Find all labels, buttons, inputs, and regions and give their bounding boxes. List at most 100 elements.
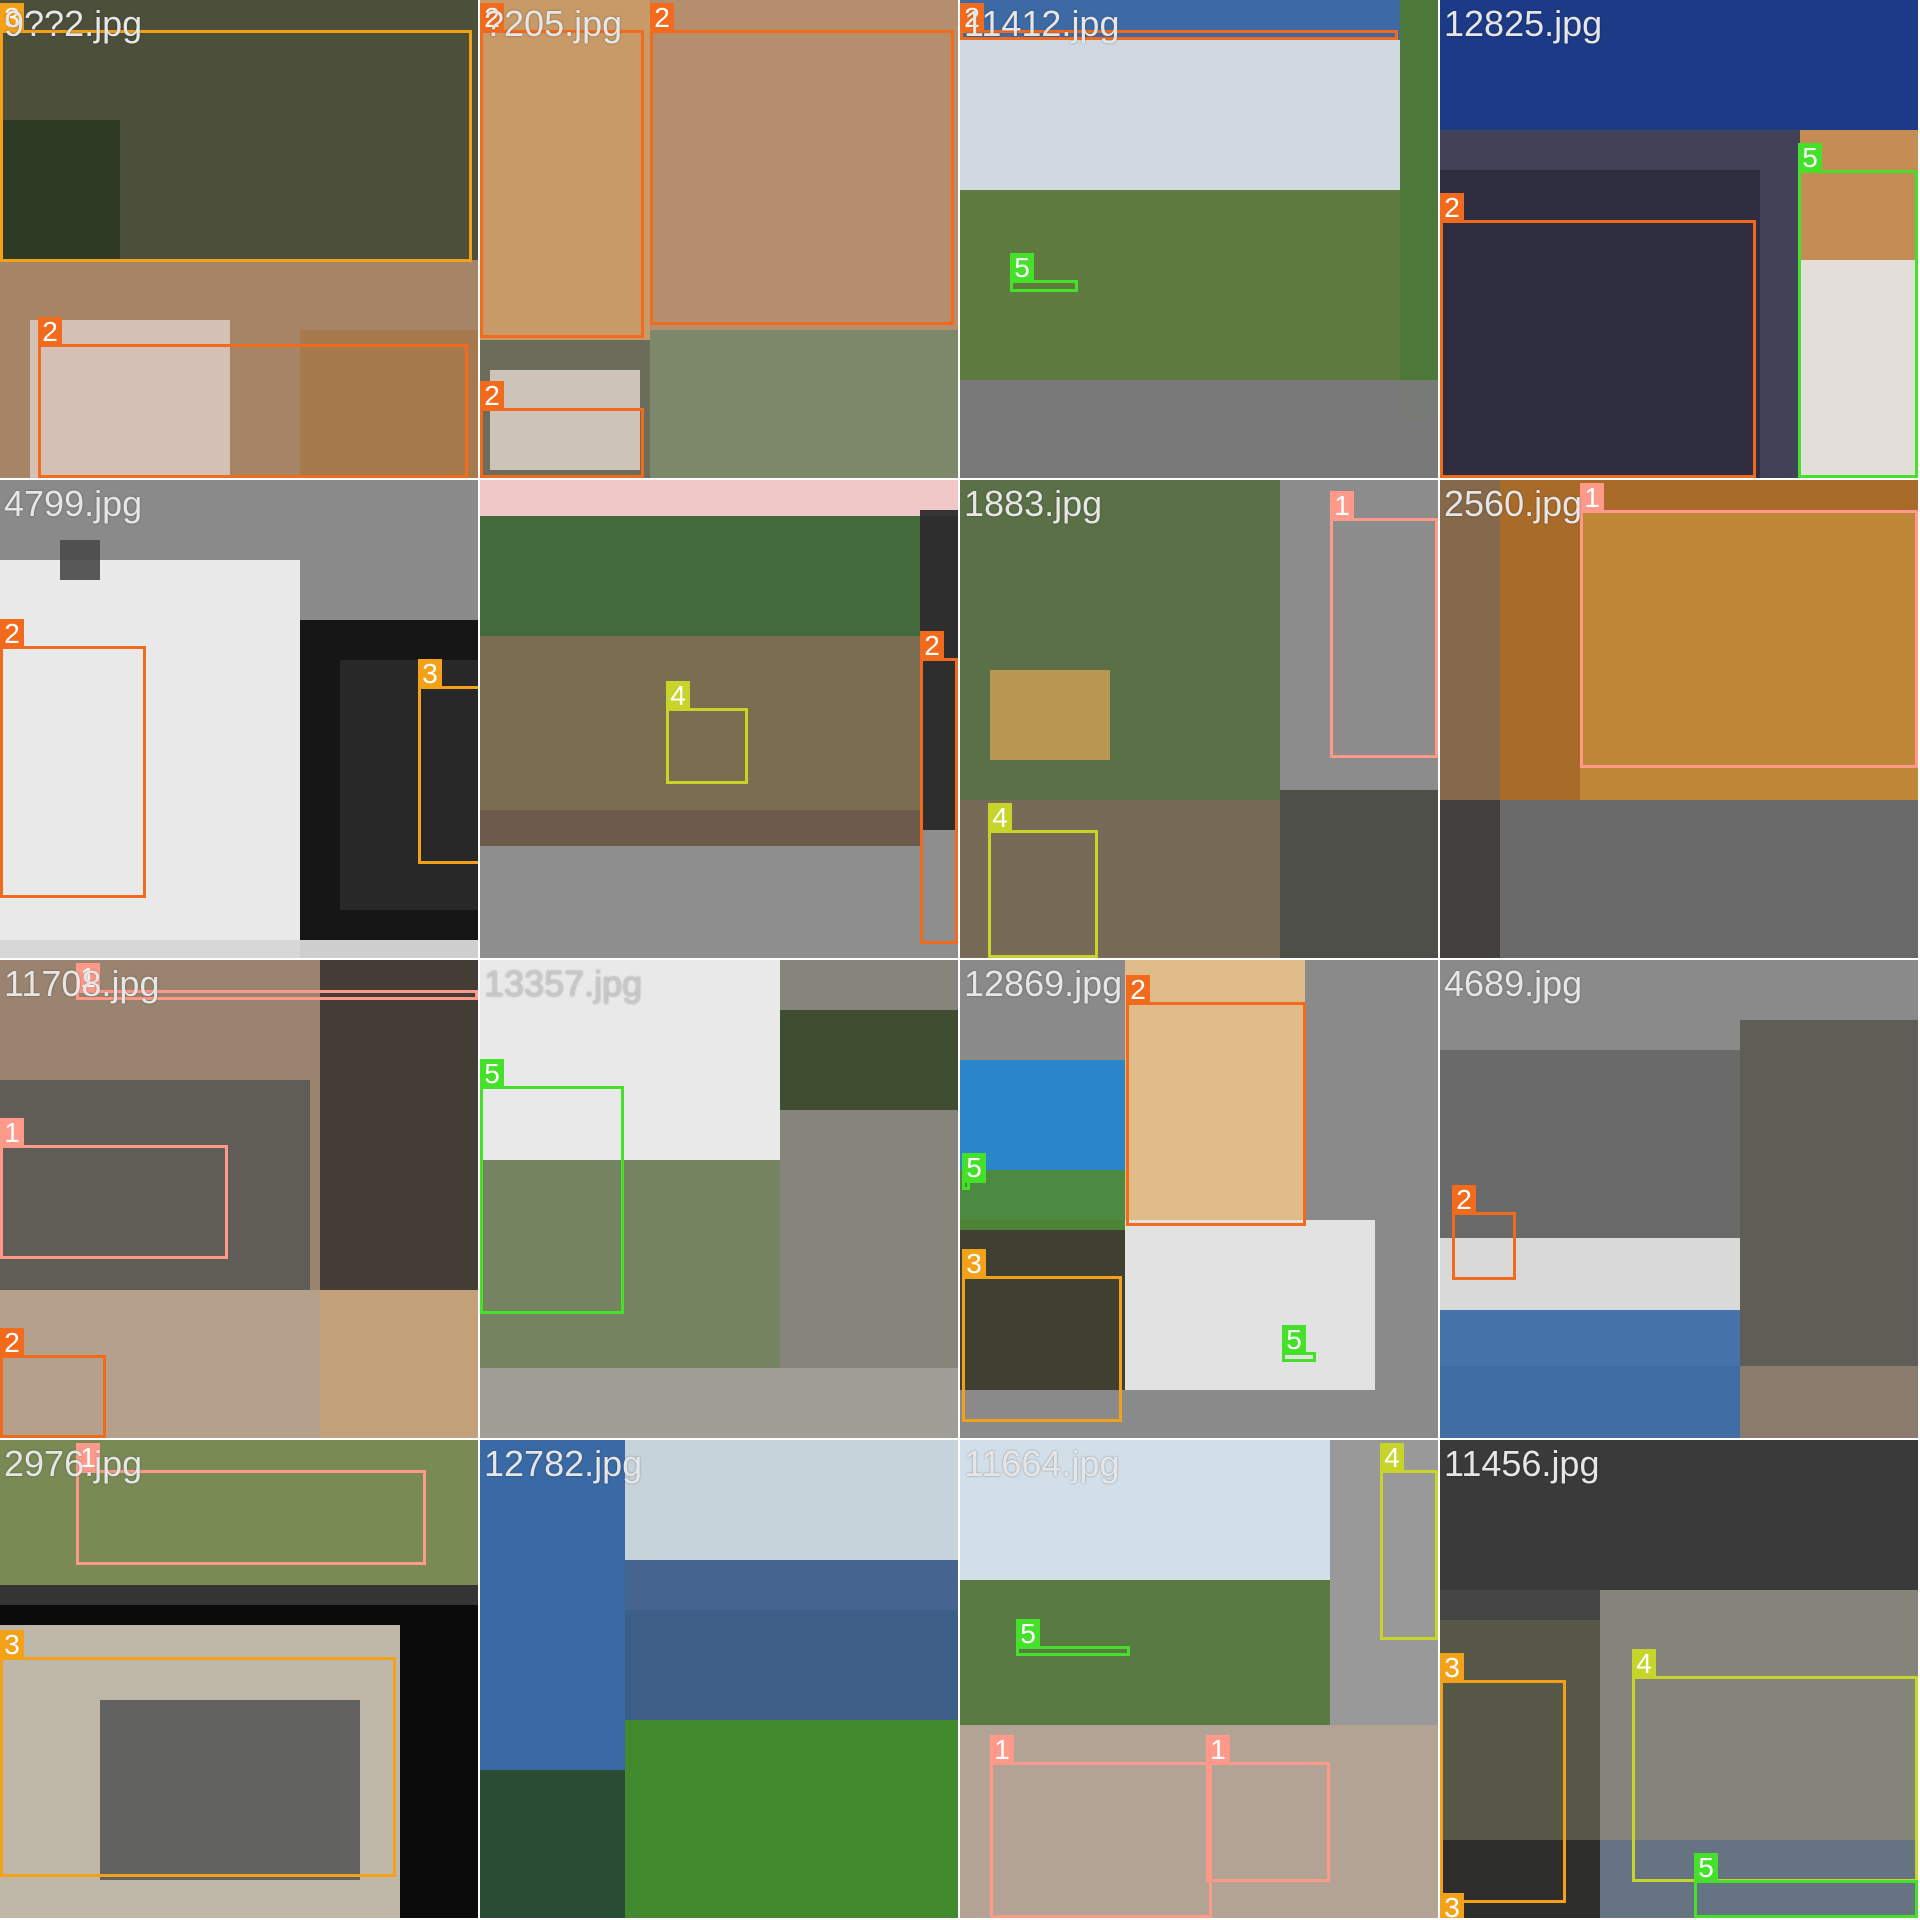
class-label-tag: 5 [962, 1153, 986, 1183]
image-filename-label: 12869.jpg [964, 963, 1123, 1004]
class-label-tag: 5 [1016, 1619, 1040, 1649]
photo-region [480, 810, 920, 846]
photo-region [990, 670, 1110, 760]
image-filename-label: 11664.jpg [964, 1443, 1120, 1484]
bounding-box: 4 [1380, 1443, 1438, 1640]
bounding-box: 3 [1440, 1653, 1566, 1903]
class-label-tag: 2 [0, 1328, 24, 1358]
image-tile: 2 5 12825.jpg [1440, 0, 1918, 478]
bounding-box: 2 [480, 381, 644, 478]
photo-region [480, 1368, 958, 1438]
class-label-tag: 5 [1694, 1853, 1718, 1883]
bounding-box: 1 [1206, 1735, 1330, 1882]
bounding-box: 1 [76, 1443, 426, 1565]
bounding-box: 3 [418, 659, 478, 864]
bounding-box: 5 [1016, 1619, 1130, 1656]
class-label-tag: 4 [988, 803, 1012, 833]
bounding-box: 1 [1330, 491, 1438, 758]
class-label-tag: 2 [0, 619, 24, 649]
image-tile: 2 3 4799.jpg [0, 480, 478, 958]
bounding-box: 2 [650, 3, 954, 325]
bounding-box: 2 [1126, 975, 1306, 1226]
bounding-box: 1 [1580, 483, 1918, 768]
image-filename-label: 13357.jpg [484, 963, 643, 1004]
photo-region [480, 1770, 625, 1918]
bounding-box: 5 [1694, 1853, 1918, 1918]
mosaic-grid: 3 2 9??2.jpg 2 2 2 ?205.jpg 2 5 11412.jpg 2 5 12825.… [0, 0, 1920, 1920]
image-filename-label: 2560.jpg [1444, 483, 1583, 524]
bounding-box: 2 [1452, 1185, 1516, 1280]
photo-region [1280, 790, 1438, 958]
class-label-tag: 1 [1206, 1735, 1230, 1765]
class-label-tag: 2 [1452, 1185, 1476, 1215]
class-label-tag: 5 [480, 1059, 504, 1089]
image-filename-label: 11456.jpg [1444, 1443, 1600, 1484]
bounding-box: 3 [0, 3, 472, 262]
photo-region [1500, 800, 1918, 958]
class-label-tag: 4 [1380, 1443, 1404, 1473]
image-filename-label: 9??2.jpg [4, 3, 143, 44]
photo-region [1440, 800, 1500, 958]
bounding-box: 2 [0, 619, 146, 898]
image-filename-label: 1883.jpg [964, 483, 1103, 524]
photo-region [960, 380, 1438, 478]
bounding-box: 1 [0, 1118, 228, 1259]
class-label-tag: 2 [480, 381, 504, 411]
image-tile: 2 2 2 ?205.jpg [480, 0, 958, 478]
class-label-tag: 2 [38, 317, 62, 347]
photo-region [1400, 0, 1438, 420]
class-label-tag: 1 [1330, 491, 1354, 521]
bounding-box: 2 [1440, 193, 1756, 478]
bounding-box: 5 [962, 1153, 986, 1190]
photo-region [1125, 1220, 1375, 1390]
photo-region [625, 1720, 958, 1918]
photo-region [1740, 1020, 1918, 1366]
photo-region [780, 1010, 958, 1110]
photo-region [1440, 1310, 1740, 1438]
class-label-tag: 5 [1798, 143, 1822, 173]
image-tile: 1 3 2976.jpg [0, 1440, 478, 1918]
bounding-box: 2 [38, 317, 468, 478]
class-label-tag: 3 [418, 659, 442, 689]
photo-region [650, 330, 958, 478]
image-tile: 3 4 5 3 11456.jpg [1440, 1440, 1918, 1918]
class-label-tag: 1 [1580, 483, 1604, 513]
image-tile: 12782.jpg [480, 1440, 958, 1918]
photo-region [320, 1290, 478, 1438]
photo-region [480, 516, 920, 636]
bounding-box: 5 [480, 1059, 624, 1314]
bounding-box: 2 [0, 1328, 106, 1438]
bounding-box: 2 [480, 3, 644, 338]
class-label-tag: 3 [0, 1630, 24, 1660]
class-label-tag: 3 [1440, 1653, 1464, 1683]
class-label-tag: 2 [650, 3, 674, 33]
image-tile: 2 4689.jpg [1440, 960, 1918, 1438]
class-label-tag: 3 [962, 1249, 986, 1279]
bounding-box: 1 [990, 1735, 1212, 1918]
bounding-box: 2 [920, 631, 958, 944]
image-tile: 42 [480, 480, 958, 958]
class-label-tag: 1 [990, 1735, 1014, 1765]
class-label-tag: 4 [1632, 1649, 1656, 1679]
image-filename-label: ?205.jpg [484, 3, 623, 44]
class-label-tag: 2 [1126, 975, 1150, 1005]
image-filename-label: 4799.jpg [4, 483, 143, 524]
class-label-tag: 2 [1440, 193, 1464, 223]
class-label-tag: 4 [666, 681, 690, 711]
image-tile: 2 5 11412.jpg [960, 0, 1438, 478]
image-filename-label: 12782.jpg [484, 1443, 643, 1484]
photo-region [480, 480, 958, 516]
bounding-box: 5 [1282, 1325, 1316, 1362]
image-tile: 3 2 9??2.jpg [0, 0, 478, 478]
photo-region [1440, 1050, 1740, 1238]
photo-region [60, 540, 100, 580]
class-label-tag: 5 [1282, 1325, 1306, 1355]
class-label-tag: 3 [1440, 1893, 1464, 1918]
photo-region [625, 1560, 958, 1720]
photo-region [0, 1585, 478, 1605]
class-label-tag: 1 [0, 1118, 24, 1148]
bounding-box: 5 [1010, 253, 1078, 292]
photo-region [960, 40, 1400, 190]
image-filename-label: 11708.jpg [4, 963, 160, 1004]
bounding-box: 5 [1798, 143, 1918, 478]
